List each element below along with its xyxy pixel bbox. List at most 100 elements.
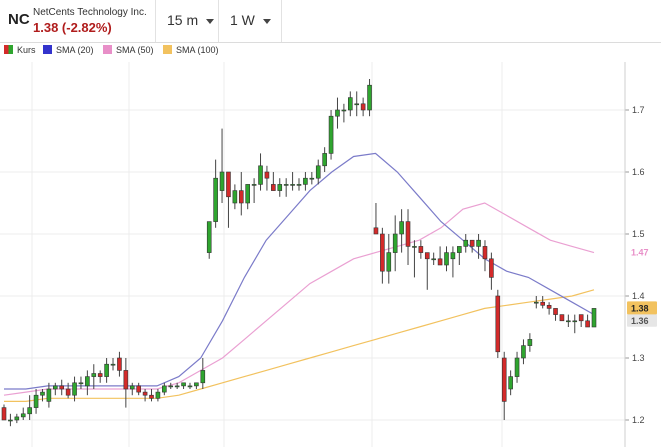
candle-up [219, 171, 225, 191]
candle-up [187, 385, 193, 388]
candle-up [251, 184, 257, 186]
price-chart[interactable]: 1.7 1.6 1.5 1.4 1.3 1.2 1.47 1.36 1.38 [0, 0, 661, 447]
candle-down [405, 221, 411, 247]
candle-up [521, 345, 526, 359]
candle-down [59, 385, 65, 390]
candle-down [271, 184, 276, 191]
candle-down [553, 308, 558, 315]
candle-up [457, 246, 462, 253]
candle-up [78, 382, 84, 385]
candle-up [8, 419, 13, 422]
candle-down [373, 227, 379, 235]
y-tick-label: 1.5 [632, 229, 645, 239]
candle-up [290, 184, 295, 186]
candle-up [303, 177, 308, 185]
candle-down [97, 373, 103, 377]
candle-down [238, 190, 244, 204]
candle-up [72, 382, 77, 396]
y-tick-label: 1.3 [632, 353, 645, 363]
candle-up [527, 339, 533, 346]
candle-up [14, 416, 20, 421]
candle-up [155, 391, 161, 399]
candle-up [258, 165, 263, 185]
candle-down [495, 295, 501, 353]
y-tick-label: 1.4 [632, 291, 645, 301]
candle-down [578, 314, 584, 322]
candle-up [476, 239, 481, 247]
y-tick-label: 1.6 [632, 167, 645, 177]
candle-up [110, 363, 116, 366]
candle-down [264, 171, 270, 179]
candle-up [27, 407, 32, 415]
sma50-price-label: 1.47 [631, 248, 649, 258]
sma20-price-label: 1.36 [631, 316, 649, 326]
candle-down [501, 357, 507, 402]
candle-up [431, 258, 436, 261]
candle-up [40, 391, 45, 396]
candle-up [322, 153, 327, 167]
candle-up [91, 373, 97, 377]
candle-down [424, 252, 430, 260]
candle-up [335, 109, 340, 117]
candle-down [65, 388, 71, 396]
candle-down [142, 391, 148, 396]
candle-up [232, 190, 238, 204]
candle-up [514, 357, 520, 377]
candle-up [206, 221, 212, 253]
last-price-label: 1.38 [631, 303, 649, 313]
candle-up [412, 246, 417, 248]
candle-down [489, 258, 494, 278]
candle-down [482, 246, 488, 260]
candle-down [418, 246, 424, 253]
candle-up [104, 363, 109, 377]
candle-up [591, 308, 597, 328]
candle-up [309, 177, 315, 180]
candle-up [296, 184, 302, 186]
candle-up [533, 301, 539, 304]
candle-up [174, 385, 180, 388]
candle-down [136, 385, 141, 393]
candle-down [117, 357, 122, 371]
y-tick-label: 1.7 [632, 105, 645, 115]
candle-up [46, 388, 52, 402]
candle-up [85, 376, 90, 387]
candle-up [33, 394, 39, 408]
candle-up [328, 115, 334, 154]
candle-up [277, 184, 283, 191]
price-labels: 1.47 1.36 1.38 [627, 245, 657, 327]
candle-down [1, 407, 7, 421]
candlestick-series [1, 79, 597, 427]
candle-up [53, 385, 58, 390]
y-tick-label: 1.2 [632, 415, 645, 425]
candle-down [360, 103, 366, 111]
candle-down [469, 239, 475, 247]
candle-up [354, 103, 360, 106]
candle-up [450, 252, 456, 260]
candle-up [508, 376, 513, 390]
candle-up [168, 385, 174, 388]
candle-down [149, 394, 154, 399]
candle-down [123, 370, 129, 390]
candle-up [162, 385, 167, 393]
candle-down [546, 304, 552, 309]
candle-up [566, 320, 571, 323]
candle-up [129, 385, 135, 390]
candle-up [367, 84, 372, 111]
candle-up [194, 382, 199, 387]
candle-up [20, 413, 26, 418]
candle-up [181, 382, 186, 387]
candle-up [283, 184, 289, 186]
candle-up [348, 97, 353, 111]
candle-up [392, 233, 398, 253]
candle-up [386, 252, 392, 272]
candle-up [463, 239, 469, 247]
candle-up [341, 109, 347, 112]
candle-down [437, 258, 443, 266]
candle-up [399, 221, 404, 235]
candle-up [315, 165, 321, 179]
candle-down [585, 320, 590, 328]
candle-up [444, 252, 449, 266]
candle-up [200, 370, 206, 384]
candle-up [245, 184, 250, 204]
candle-down [540, 301, 545, 306]
